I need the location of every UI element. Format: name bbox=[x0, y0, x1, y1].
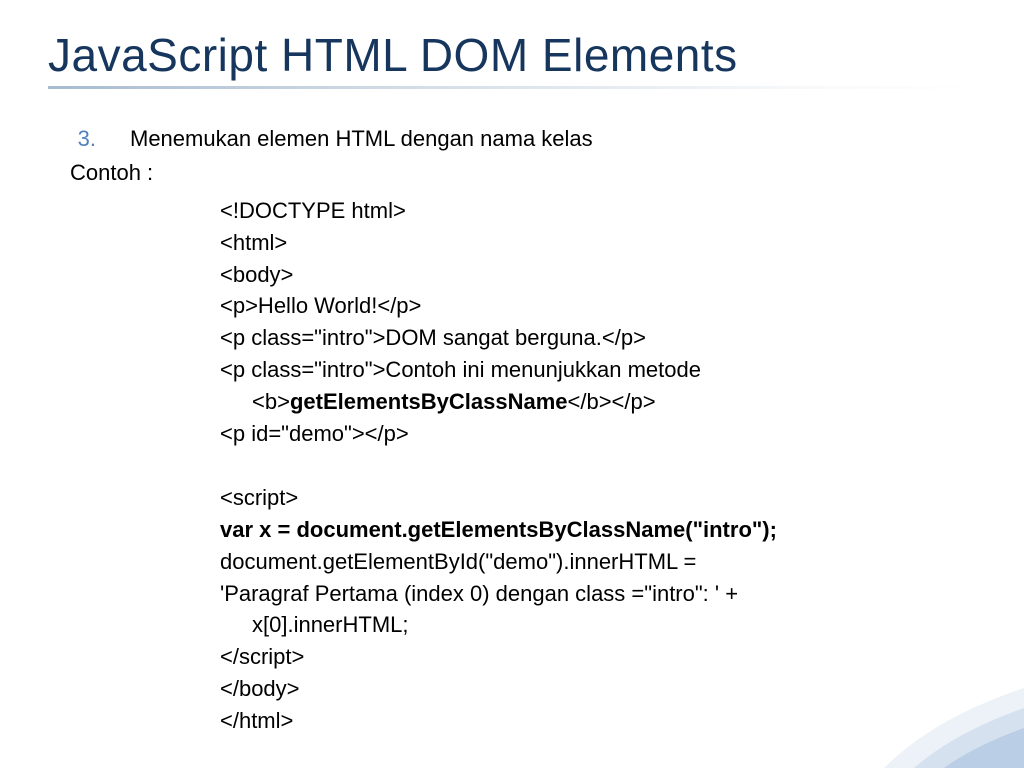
code-block: <!DOCTYPE html> <html> <body> <p>Hello W… bbox=[70, 195, 976, 737]
numbered-item: 3. Menemukan elemen HTML dengan nama kel… bbox=[70, 123, 976, 155]
slide: JavaScript HTML DOM Elements 3. Menemuka… bbox=[0, 0, 1024, 768]
example-label: Contoh : bbox=[70, 157, 976, 189]
code-text: <b> bbox=[252, 389, 290, 414]
code-line: document.getElementById("demo").innerHTM… bbox=[220, 546, 976, 578]
code-line: <b>getElementsByClassName</b></p> bbox=[220, 386, 976, 418]
code-bold: getElementsByClassName bbox=[290, 389, 568, 414]
code-line: <p class="intro">Contoh ini menunjukkan … bbox=[220, 354, 976, 386]
code-line: </html> bbox=[220, 705, 976, 737]
code-line-bold: var x = document.getElementsByClassName(… bbox=[220, 514, 976, 546]
code-line: <!DOCTYPE html> bbox=[220, 195, 976, 227]
code-line: <p class="intro">DOM sangat berguna.</p> bbox=[220, 322, 976, 354]
code-line: <html> bbox=[220, 227, 976, 259]
code-line: x[0].innerHTML; bbox=[220, 609, 976, 641]
code-text: </b></p> bbox=[568, 389, 656, 414]
blank-line bbox=[220, 450, 976, 482]
code-line: <p id="demo"></p> bbox=[220, 418, 976, 450]
slide-content: 3. Menemukan elemen HTML dengan nama kel… bbox=[48, 123, 976, 737]
code-line: <body> bbox=[220, 259, 976, 291]
list-number: 3. bbox=[70, 123, 96, 155]
slide-title: JavaScript HTML DOM Elements bbox=[48, 28, 976, 82]
title-underline bbox=[48, 86, 976, 89]
code-line: </body> bbox=[220, 673, 976, 705]
code-line: </script> bbox=[220, 641, 976, 673]
code-text: <p class="intro">Contoh ini menunjukkan … bbox=[220, 357, 707, 382]
code-line: 'Paragraf Pertama (index 0) dengan class… bbox=[220, 578, 976, 610]
code-line: <p>Hello World!</p> bbox=[220, 290, 976, 322]
list-text: Menemukan elemen HTML dengan nama kelas bbox=[130, 123, 593, 155]
code-line: <script> bbox=[220, 482, 976, 514]
